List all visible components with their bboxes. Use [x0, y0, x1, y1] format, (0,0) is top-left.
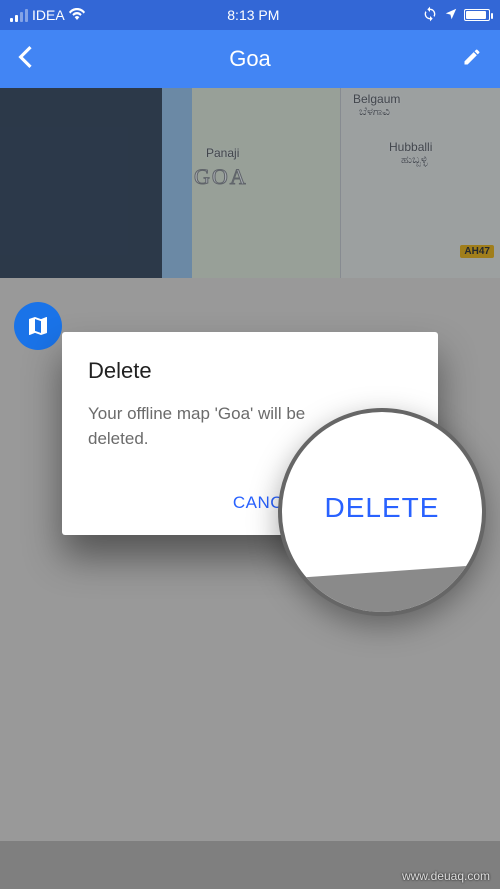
- map-label-goa: GOA: [194, 164, 248, 190]
- page-title: Goa: [0, 46, 500, 72]
- map-label-hubballi-native: ಹುಬ್ಬಳ್ಳಿ: [401, 154, 428, 167]
- map-badge-icon: [14, 302, 62, 350]
- offline-map-preview[interactable]: Panaji GOA Belgaum ಬೆಳಗಾವಿ Hubballi ಹುಬ್…: [0, 88, 500, 278]
- map-label-belgaum: Belgaum: [353, 92, 400, 106]
- highlight-label: DELETE: [325, 492, 440, 524]
- status-bar: IDEA 8:13 PM: [0, 0, 500, 30]
- watermark: www.deuaq.com: [402, 869, 490, 883]
- location-arrow-icon: [444, 7, 458, 24]
- road-tag: AH47: [460, 245, 494, 258]
- status-right: [422, 6, 490, 25]
- signal-icon: [10, 9, 28, 22]
- carrier-label: IDEA: [32, 7, 65, 23]
- sync-icon: [422, 6, 438, 25]
- map-label-panaji: Panaji: [206, 146, 239, 160]
- nav-bar: Goa: [0, 30, 500, 88]
- map-label-hubballi: Hubballi: [389, 140, 432, 154]
- status-left: IDEA: [10, 7, 85, 23]
- highlight-circle: DELETE: [278, 408, 486, 616]
- map-label-belgaum-native: ಬೆಳಗಾವಿ: [359, 106, 390, 119]
- clock: 8:13 PM: [227, 7, 279, 23]
- battery-icon: [464, 9, 490, 21]
- dialog-title: Delete: [88, 358, 412, 384]
- wifi-icon: [69, 7, 85, 23]
